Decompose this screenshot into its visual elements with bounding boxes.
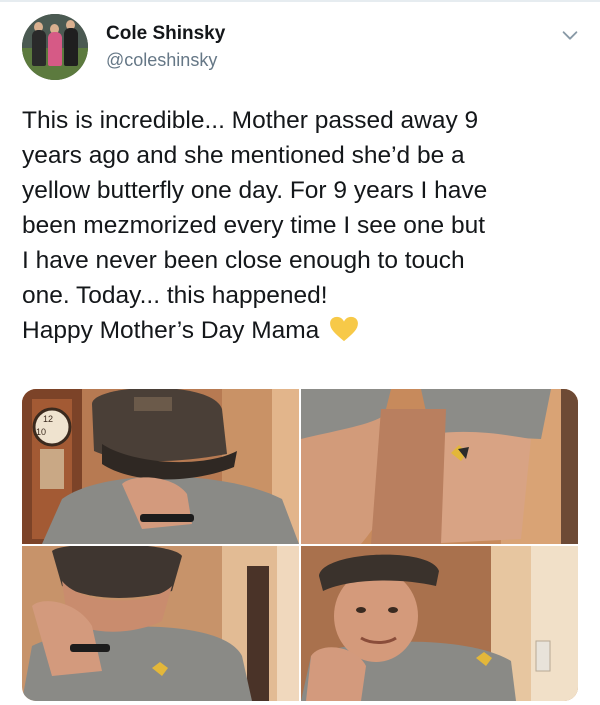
clock-numeral-12: 12 <box>43 414 53 424</box>
top-divider <box>0 0 600 2</box>
media-grid: 12 10 <box>22 389 578 701</box>
tweet-text-line-last: Happy Mother’s Day Mama <box>22 313 584 348</box>
tweet-text-line: This is incredible... Mother passed away… <box>22 107 479 134</box>
clock-numeral-10: 10 <box>36 427 46 437</box>
yellow-heart-icon <box>330 316 359 342</box>
chevron-down-icon[interactable] <box>559 24 581 46</box>
tweet-text-line: I have never been close enough to touch <box>22 247 465 274</box>
tweet-header: Cole Shinsky @coleshinsky <box>22 14 582 84</box>
tweet-text-line-text: Happy Mother’s Day Mama <box>22 317 320 344</box>
tweet-text: This is incredible... Mother passed away… <box>22 103 584 348</box>
photo-man-hand-on-face[interactable] <box>22 546 299 701</box>
author-handle[interactable]: @coleshinsky <box>106 50 217 71</box>
photo-man-head-down-hat[interactable]: 12 10 <box>22 389 299 544</box>
tweet-text-line: yellow butterfly one day. For 9 years I … <box>22 177 488 204</box>
photo-butterfly-on-arm[interactable] <box>301 389 578 544</box>
tweet-text-line: one. Today... this happened! <box>22 282 328 309</box>
author-name[interactable]: Cole Shinsky <box>106 23 225 45</box>
photo-man-smiling-butterfly-shirt[interactable] <box>301 546 578 701</box>
avatar[interactable] <box>22 14 88 80</box>
tweet-text-line: years ago and she mentioned she’d be a <box>22 142 465 169</box>
tweet-text-line: been mezmorized every time I see one but <box>22 212 486 239</box>
